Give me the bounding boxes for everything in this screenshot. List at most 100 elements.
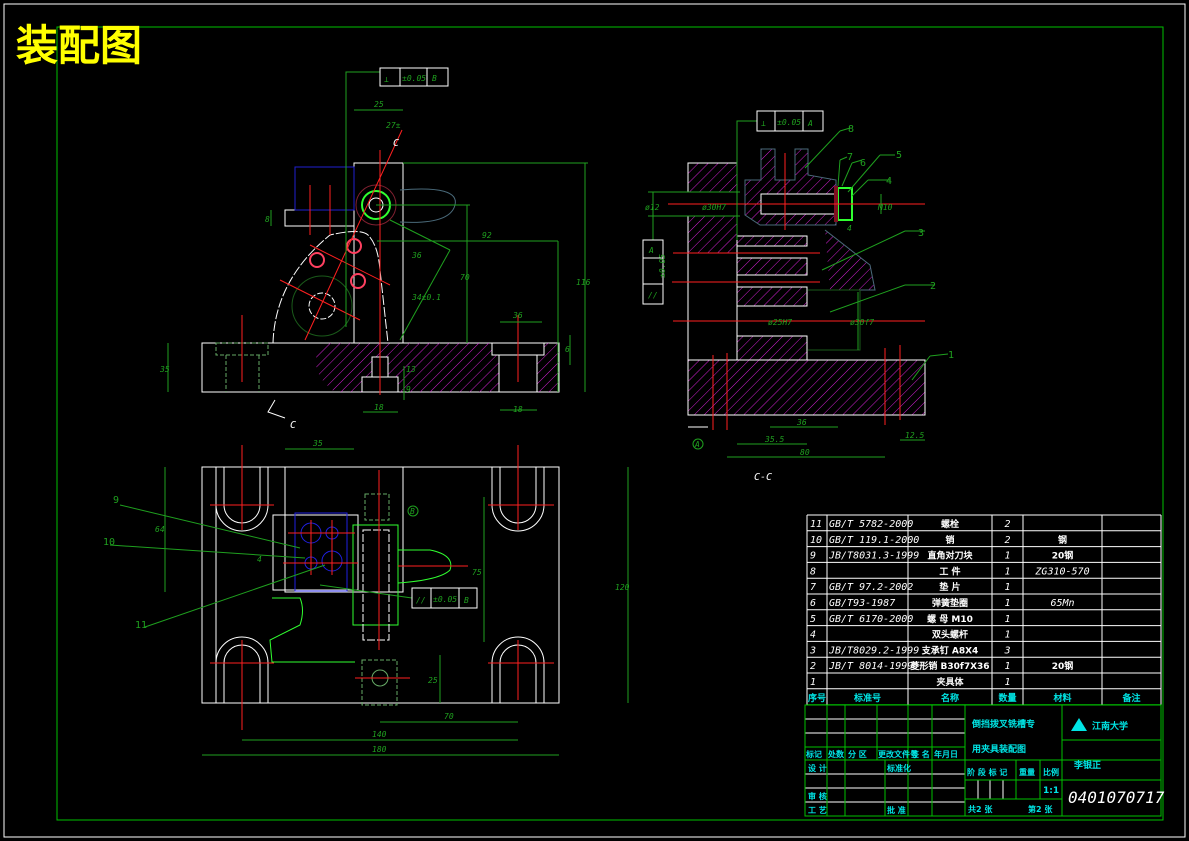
- parts-cell: 钢: [1058, 534, 1067, 546]
- support-pin-circle: [309, 252, 325, 268]
- parts-header: 名称: [941, 692, 959, 704]
- parts-cell: GB/T 97.2-2002: [829, 582, 913, 593]
- tolerance-datum: A: [648, 246, 654, 255]
- tool-setting-block-top: [294, 512, 348, 592]
- parts-cell: 2: [1004, 535, 1010, 546]
- parts-header: 序号: [808, 692, 826, 704]
- dimension-label: 6: [565, 345, 570, 354]
- approve-label: 批 准: [887, 805, 906, 815]
- parts-cell: 垫 片: [939, 581, 960, 593]
- balloon-7: 7: [847, 152, 853, 163]
- parts-header: 材料: [1052, 692, 1071, 704]
- stud-bolt-top: [362, 529, 390, 641]
- parts-cell: 3: [1003, 645, 1010, 656]
- header-mark: 标记: [805, 749, 822, 759]
- dimension-label: 64: [155, 525, 165, 534]
- balloon-6: 6: [860, 158, 866, 169]
- dimension-label: 27±: [386, 121, 401, 130]
- dimension-label: ø12: [645, 203, 660, 212]
- tolerance-value: ±0.05: [658, 254, 667, 278]
- dimension-label: 92: [482, 231, 492, 240]
- dimension-label: 140: [372, 730, 387, 739]
- fixture-body-section: [687, 359, 926, 416]
- parts-cell: GB/T 6170-2000: [829, 614, 913, 625]
- balloon-8: 8: [848, 124, 854, 135]
- balloon-5: 5: [896, 150, 902, 161]
- dimension-label: 4: [847, 224, 852, 233]
- dimension-label: 18: [374, 403, 384, 412]
- dimension-label: 70: [444, 712, 454, 721]
- parts-cell: GB/T 119.1-2000: [829, 535, 919, 546]
- dimension-label: 35.5: [764, 435, 784, 444]
- parts-cell: 1: [1004, 614, 1010, 625]
- tolerance-datum: B: [432, 74, 437, 83]
- dimension-label: 9: [406, 385, 411, 394]
- balloon-3: 3: [918, 228, 924, 239]
- parts-cell: 11: [810, 519, 822, 530]
- dimension-label: 8: [265, 215, 270, 224]
- dimension-label: 70: [460, 273, 470, 282]
- parts-cell: 夹具体: [936, 676, 964, 688]
- front-view: ⊥ ±0.05 B C C 25 27± 8 92 70 116 36 6 35…: [159, 67, 591, 431]
- parts-cell: 双头螺杆: [932, 629, 968, 641]
- dimension-label: ø30f7: [850, 318, 874, 327]
- tolerance-datum: B: [464, 596, 469, 605]
- parts-cell: 1: [1004, 551, 1010, 562]
- drawing-sheet: 装配图 ⊥ ±0.05 B C C 25 27± 8 92 70 116 36 …: [3, 3, 1186, 838]
- tolerance-value: ±0.05: [433, 595, 457, 604]
- parts-cell: 螺栓: [941, 518, 959, 530]
- dimension-label: 75: [472, 568, 482, 577]
- tolerance-value: ±0.05: [402, 74, 426, 83]
- tolerance-symbol: //: [416, 596, 426, 605]
- parts-cell: 1: [1004, 598, 1010, 609]
- parts-cell: JB/T8031.3-1999: [828, 551, 919, 562]
- university-name: 江南大学: [1092, 720, 1128, 732]
- section-label: C-C: [754, 472, 772, 483]
- datum-a-symbol: A: [694, 440, 700, 449]
- dimension-label: 36: [411, 251, 422, 260]
- parts-cell: JB/T8029.2-1999: [828, 645, 919, 656]
- dimension-label: M10: [877, 203, 893, 212]
- parts-cell: 2: [810, 661, 816, 672]
- header-date: 年月日: [934, 749, 958, 759]
- section-view: ⊥ ±0.05 A A ±0.05 // A C-C ø12 ø30H7 M10…: [642, 110, 954, 483]
- parts-cell: 工 件: [939, 565, 960, 577]
- balloon-9: 9: [113, 495, 119, 506]
- dimension-label: 80: [800, 448, 810, 457]
- parts-list: 11 GB/T 5782-2000 螺栓 210 GB/T 119.1-2000 销 2 钢9…: [806, 514, 1162, 706]
- standardize-label: 标准化: [886, 763, 911, 773]
- parts-cell: 65Mn: [1050, 598, 1074, 609]
- tolerance-value: ±0.05: [777, 118, 801, 127]
- dimension-label: 180: [372, 745, 387, 754]
- parts-cell: 20钢: [1052, 550, 1074, 562]
- tolerance-datum: A: [807, 119, 813, 128]
- datum-b-symbol: B: [410, 507, 415, 516]
- dimension-label: 34±0.1: [411, 293, 441, 302]
- setting-block-blue: [294, 166, 355, 211]
- parts-cell: 1: [1004, 677, 1010, 688]
- header-count: 处数: [827, 749, 845, 759]
- balloon-1: 1: [948, 350, 954, 361]
- design-label: 设 计: [808, 763, 827, 773]
- parts-cell: 销: [945, 534, 954, 546]
- outer-border: [3, 3, 1186, 838]
- balloon-11: 11: [135, 620, 147, 631]
- total-sheets: 共2 张: [968, 804, 993, 814]
- dimension-label: 4: [257, 555, 262, 564]
- dimension-label: 35: [159, 365, 170, 374]
- author-name: 李银正: [1073, 759, 1101, 771]
- parts-cell: 20钢: [1052, 660, 1074, 672]
- dimension-label: 116: [576, 278, 591, 287]
- parts-cell: 1: [1004, 630, 1010, 641]
- parts-cell: GB/T93-1987: [829, 598, 895, 609]
- weight-label: 重量: [1019, 767, 1035, 777]
- drawing-name: 倒挡拨叉铣槽专: [971, 718, 1035, 730]
- support-pin-circle: [350, 273, 366, 289]
- balloon-4: 4: [886, 176, 892, 187]
- parts-cell: JB/T 8014-1999: [828, 661, 913, 672]
- dimension-label: 12.5: [905, 431, 924, 440]
- university-logo-icon: [1071, 718, 1087, 731]
- parts-cell: 7: [810, 582, 816, 593]
- parts-cell: 菱形销 B30f7X36: [910, 660, 989, 672]
- dimension-label: 36: [512, 311, 523, 320]
